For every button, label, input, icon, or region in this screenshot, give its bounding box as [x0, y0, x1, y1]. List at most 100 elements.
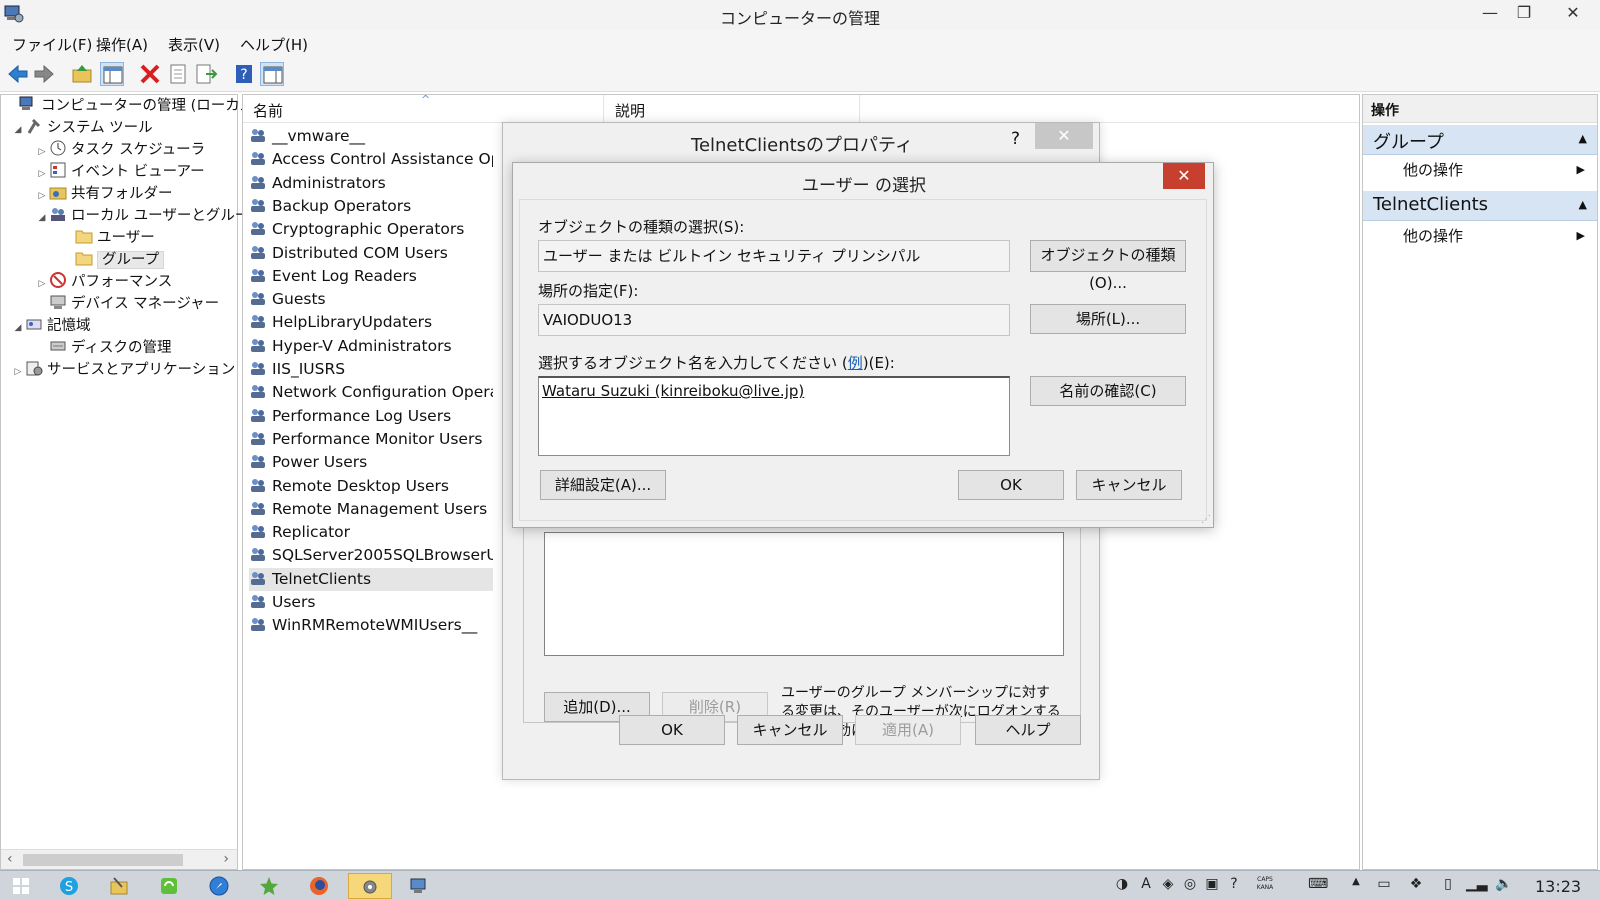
list-item[interactable]: Remote Desktop Users — [249, 475, 493, 498]
minimize-button[interactable]: — — [1473, 0, 1507, 26]
column-header-description[interactable]: 説明 — [615, 100, 645, 121]
up-folder-icon[interactable] — [70, 62, 94, 86]
list-item[interactable]: Network Configuration Operators — [249, 381, 493, 404]
menu-view[interactable]: 表示(V) — [168, 34, 220, 55]
expand-arrow-icon[interactable]: ▷ — [35, 141, 49, 163]
list-item[interactable]: IIS_IUSRS — [249, 358, 493, 381]
expand-arrow-icon[interactable]: ▷ — [35, 163, 49, 185]
taskbar-star-app[interactable] — [248, 873, 292, 899]
show-hide-tree-icon[interactable] — [100, 62, 124, 86]
expand-arrow-icon[interactable]: ▷ — [35, 185, 49, 207]
list-item[interactable]: Backup Operators — [249, 195, 493, 218]
menu-help[interactable]: ヘルプ(H) — [240, 34, 308, 55]
list-item[interactable]: HelpLibraryUpdaters — [249, 311, 493, 334]
tray-volume-muted-icon[interactable]: 🔈 — [1494, 876, 1514, 896]
list-item[interactable]: Access Control Assistance Operators — [249, 148, 493, 171]
back-icon[interactable] — [6, 62, 30, 86]
list-item[interactable]: SQLServer2005SQLBrowserUser — [249, 544, 493, 567]
tree-item-local-users-groups[interactable]: ◢ ローカル ユーザーとグループ — [35, 205, 263, 227]
taskbar-computer-app[interactable] — [398, 873, 442, 899]
scroll-right-icon[interactable]: › — [223, 851, 229, 867]
tree-item-users[interactable]: ユーザー — [75, 227, 155, 249]
tray-font-icon[interactable]: A — [1136, 876, 1156, 896]
list-item[interactable]: Distributed COM Users — [249, 242, 493, 265]
actions-section-group[interactable]: グループ ▲ — [1363, 125, 1597, 155]
tree-item-performance[interactable]: ▷ パフォーマンス — [35, 271, 172, 293]
examples-link[interactable]: 例 — [848, 354, 863, 372]
list-item[interactable]: Power Users — [249, 451, 493, 474]
actions-section-telnetclients[interactable]: TelnetClients ▲ — [1363, 191, 1597, 221]
cancel-button[interactable]: キャンセル — [737, 715, 843, 745]
ok-button[interactable]: OK — [958, 470, 1064, 500]
list-item[interactable]: Performance Log Users — [249, 405, 493, 428]
tray-keyboard-icon[interactable]: ⌨ — [1308, 876, 1328, 896]
tray-network-app-icon[interactable]: ◈ — [1158, 876, 1178, 896]
tray-help-icon[interactable]: ? — [1224, 876, 1244, 896]
help-icon[interactable]: ? — [232, 62, 256, 86]
horizontal-scrollbar[interactable]: ‹ › — [1, 849, 237, 869]
list-item[interactable]: Guests — [249, 288, 493, 311]
tray-show-hidden-icon[interactable]: ▲ — [1346, 876, 1366, 896]
export-list-icon[interactable] — [194, 62, 218, 86]
list-item[interactable]: Cryptographic Operators — [249, 218, 493, 241]
maximize-button[interactable]: ❐ — [1507, 0, 1541, 26]
column-header-name[interactable]: 名前 — [253, 100, 283, 121]
object-names-input[interactable]: Wataru Suzuki (kinreiboku@live.jp) — [538, 376, 1010, 456]
tray-chat-icon[interactable]: ◎ — [1180, 876, 1200, 896]
ok-button[interactable]: OK — [619, 715, 725, 745]
tree-item-task-scheduler[interactable]: ▷ タスク スケジューラ — [35, 139, 205, 161]
advanced-button[interactable]: 詳細設定(A)... — [540, 470, 666, 500]
help-button[interactable]: ヘルプ — [975, 715, 1081, 745]
close-button[interactable]: ✕ — [1550, 0, 1596, 26]
collapse-caret-icon[interactable]: ▲ — [1579, 132, 1587, 145]
expand-arrow-icon[interactable]: ▷ — [11, 361, 25, 383]
list-item[interactable]: Administrators — [249, 172, 493, 195]
action-more-actions[interactable]: 他の操作 — [1403, 225, 1463, 246]
delete-icon[interactable] — [138, 62, 162, 86]
resize-grip-icon[interactable]: ⋰ — [1201, 514, 1211, 525]
members-list[interactable] — [544, 532, 1064, 656]
taskbar-clock[interactable]: 13:23 — [1535, 877, 1581, 896]
collapse-arrow-icon[interactable]: ◢ — [11, 119, 25, 141]
menu-action[interactable]: 操作(A) — [96, 34, 148, 55]
tray-battery-icon[interactable]: ▯ — [1438, 876, 1458, 896]
list-item[interactable]: Event Log Readers — [249, 265, 493, 288]
tree-item-shared-folders[interactable]: ▷ 共有フォルダー — [35, 183, 173, 205]
list-item[interactable]: WinRMRemoteWMIUsers__ — [249, 614, 493, 637]
tray-dropbox-icon[interactable]: ❖ — [1406, 876, 1426, 896]
collapse-caret-icon[interactable]: ▲ — [1579, 198, 1587, 211]
list-item[interactable]: Performance Monitor Users — [249, 428, 493, 451]
column-divider[interactable] — [859, 95, 860, 123]
tray-action-center-icon[interactable]: ▭ — [1374, 876, 1394, 896]
list-item[interactable]: Remote Management Users — [249, 498, 493, 521]
tree-item-disk-management[interactable]: ディスクの管理 — [49, 337, 171, 359]
tray-ime-icon[interactable]: ◑ — [1112, 876, 1132, 896]
taskbar-firefox[interactable] — [298, 873, 342, 899]
taskbar-explorer[interactable] — [98, 873, 142, 899]
list-item[interactable]: Hyper-V Administrators — [249, 335, 493, 358]
tray-wifi-icon[interactable]: ▁▃ — [1466, 876, 1488, 896]
taskbar-skype[interactable]: S — [48, 873, 92, 899]
tree-item-groups[interactable]: グループ — [75, 249, 165, 271]
submenu-arrow-icon[interactable]: ▶ — [1577, 163, 1585, 176]
tree-item-device-manager[interactable]: デバイス マネージャー — [49, 293, 219, 315]
list-item[interactable]: Users — [249, 591, 493, 614]
collapse-arrow-icon[interactable]: ◢ — [35, 207, 49, 229]
tree-item-system-tools[interactable]: ◢ システム ツール — [11, 117, 153, 139]
object-types-button[interactable]: オブジェクトの種類(O)... — [1030, 240, 1186, 292]
forward-icon[interactable] — [32, 62, 56, 86]
show-hide-action-pane-icon[interactable] — [260, 62, 284, 86]
check-names-button[interactable]: 名前の確認(C) — [1030, 376, 1186, 406]
list-item[interactable]: Replicator — [249, 521, 493, 544]
tree-item-services-applications[interactable]: ▷ サービスとアプリケーション — [11, 359, 235, 381]
help-question-icon[interactable]: ? — [1011, 129, 1020, 149]
tree-item-event-viewer[interactable]: ▷ イベント ビューアー — [35, 161, 205, 183]
tray-package-icon[interactable]: ▣ — [1202, 876, 1222, 896]
tree-item-storage[interactable]: ◢ 記憶域 — [11, 315, 91, 337]
list-item[interactable]: __vmware__ — [249, 125, 493, 148]
column-divider[interactable] — [603, 95, 604, 123]
scroll-left-icon[interactable]: ‹ — [7, 851, 13, 867]
taskbar-browser[interactable] — [198, 873, 242, 899]
menu-file[interactable]: ファイル(F) — [12, 34, 92, 55]
tree-item-computer-management[interactable]: コンピューターの管理 (ローカル) — [5, 95, 260, 117]
